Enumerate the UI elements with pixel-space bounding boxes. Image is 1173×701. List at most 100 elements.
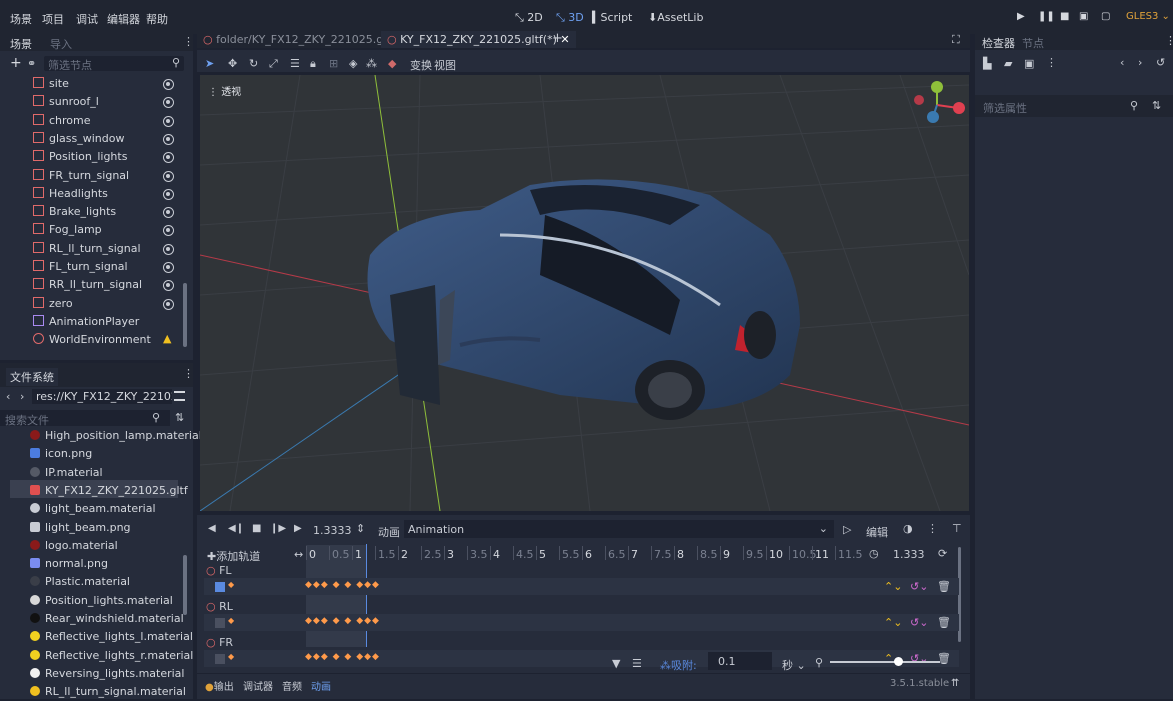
interpolation-icon[interactable]: ⌃⌄ <box>884 580 902 593</box>
link-icon[interactable]: ⚭ <box>27 57 36 70</box>
tree-node[interactable]: WorldEnvironment <box>33 331 151 349</box>
tab-animation[interactable]: 动画 <box>311 678 331 693</box>
tab-audio[interactable]: 音频 <box>282 678 302 693</box>
tree-node[interactable]: site <box>33 75 69 93</box>
local-space-icon[interactable]: ◈ <box>349 58 361 70</box>
list-icon[interactable]: ☰ <box>632 657 642 670</box>
keyframes[interactable]: ◆◆◆ ◆ ◆ ◆◆◆ <box>305 616 380 626</box>
tree-node[interactable]: Brake_lights <box>33 203 116 221</box>
mode-assetlib-button[interactable]: ⬇AssetLib <box>648 11 703 24</box>
file-item[interactable]: logo.material <box>30 537 118 555</box>
open-folder-icon[interactable]: ▰ <box>1004 57 1012 70</box>
file-item[interactable]: icon.png <box>30 445 92 463</box>
inspector-menu-icon[interactable]: ⋮ <box>1165 34 1173 47</box>
play-backwards-icon[interactable]: ◀ <box>208 523 216 534</box>
pin-icon[interactable]: ⊤ <box>952 522 962 535</box>
tab-import[interactable]: 导入 <box>50 36 72 52</box>
filesystem-scrollbar[interactable] <box>183 555 187 615</box>
snap-unit-select[interactable]: 秒 ⌄ <box>782 657 806 673</box>
filter-properties-input[interactable]: 筛选属性 ⚲ ⇅ <box>975 95 1173 117</box>
animation-menu[interactable]: 动画 <box>378 524 400 540</box>
play-icon[interactable]: ▶ <box>1017 11 1025 22</box>
file-item[interactable]: normal.png <box>30 555 108 573</box>
spin-icon[interactable]: ⇕ <box>356 522 365 535</box>
delete-track-icon[interactable]: 🗑︎ <box>937 652 951 665</box>
play-scene-icon[interactable]: ▣ <box>1079 11 1088 22</box>
dock-menu-icon[interactable]: ⋮ <box>183 35 194 48</box>
filesystem-menu-icon[interactable]: ⋮ <box>183 367 194 380</box>
tree-node[interactable]: sunroof_l <box>33 93 99 111</box>
more-icon[interactable]: ⋮ <box>1046 56 1057 69</box>
snap-icon[interactable]: ⁂ <box>366 58 378 70</box>
delete-track-icon[interactable]: 🗑︎ <box>937 616 951 629</box>
file-item[interactable]: Reflective_lights_r.material <box>30 647 193 665</box>
scene-tab-1[interactable]: ○ folder/KY_FX12_ZKY_221025.gltf(*) <box>203 33 409 46</box>
visibility-icon[interactable] <box>163 133 174 145</box>
menu-project[interactable]: 项目 <box>42 11 64 27</box>
interpolation-icon[interactable]: ⌃⌄ <box>884 616 902 629</box>
file-item[interactable]: High_position_lamp.material <box>30 427 202 445</box>
back-icon[interactable]: ‹ <box>6 390 10 403</box>
loop-mode-icon[interactable]: ↺⌄ <box>910 616 928 629</box>
tab-filesystem[interactable]: 文件系统 <box>6 368 58 386</box>
file-item[interactable]: Position_lights.material <box>30 592 173 610</box>
forward-icon[interactable]: › <box>20 390 24 403</box>
new-resource-icon[interactable]: ▙ <box>983 57 991 70</box>
filter-icon[interactable]: ▼ <box>612 657 620 670</box>
visibility-icon[interactable] <box>163 298 174 310</box>
group-icon[interactable]: ⊞ <box>329 58 341 70</box>
add-track-button[interactable]: ✚添加轨道 <box>207 548 260 564</box>
mode-script-button[interactable]: ▍Script <box>592 11 632 24</box>
search-files-input[interactable]: 搜索文件 ⚲ <box>0 410 170 427</box>
transform-menu[interactable]: 变换 <box>410 57 432 73</box>
add-scene-icon[interactable]: + <box>552 31 563 46</box>
loop-mode-icon[interactable]: ↺⌄ <box>910 652 928 665</box>
file-item[interactable]: RL_ll_turn_signal.material <box>30 683 186 701</box>
animation-time[interactable]: 1.3333 <box>313 524 352 537</box>
track-group-header[interactable]: ○ RL <box>206 600 233 613</box>
play-custom-icon[interactable]: ▢ <box>1101 11 1110 22</box>
animation-length[interactable]: 1.333 <box>893 548 925 561</box>
tab-node[interactable]: 节点 <box>1022 35 1044 51</box>
tree-node[interactable]: glass_window <box>33 130 124 148</box>
file-item[interactable]: KY_FX12_ZKY_221025.gltf <box>30 482 188 500</box>
view-menu[interactable]: 视图 <box>434 57 456 73</box>
edit-menu[interactable]: 编辑 <box>866 524 888 540</box>
move-tool-icon[interactable]: ✥ <box>228 58 240 70</box>
visibility-icon[interactable] <box>163 262 174 273</box>
visibility-icon[interactable] <box>163 170 174 182</box>
keyframes[interactable]: ◆◆◆ ◆ ◆ ◆◆◆ <box>305 652 380 662</box>
menu-help[interactable]: 帮助 <box>146 11 168 27</box>
snap-input[interactable]: 0.1 <box>708 652 772 670</box>
menu-debug[interactable]: 调试 <box>76 11 98 27</box>
file-item[interactable]: Plastic.material <box>30 573 130 591</box>
mode-3d-button[interactable]: ⤡ 3D <box>556 11 584 25</box>
distraction-free-icon[interactable]: ⛶ <box>952 33 960 47</box>
scene-scrollbar[interactable] <box>183 283 187 347</box>
autoplay-icon[interactable]: ▷ <box>843 523 851 536</box>
visibility-icon[interactable] <box>163 188 174 200</box>
tree-node[interactable]: zero <box>33 295 73 313</box>
tree-node[interactable]: chrome <box>33 112 91 130</box>
track-checkbox[interactable] <box>215 582 225 592</box>
file-item[interactable]: light_beam.png <box>30 519 131 537</box>
mode-2d-button[interactable]: ⤡ 2D <box>515 11 543 25</box>
sort-icon[interactable]: ⇅ <box>1152 99 1161 112</box>
zoom-slider-handle[interactable] <box>894 657 903 666</box>
track-checkbox[interactable] <box>215 654 225 664</box>
track-group-header[interactable]: ○ FL <box>206 564 232 577</box>
animation-more-icon[interactable]: ⋮ <box>927 522 938 535</box>
path-field[interactable]: res://KY_FX12_ZKY_221025 <box>32 389 172 404</box>
visibility-icon[interactable] <box>163 79 174 90</box>
select-tool-icon[interactable]: ➤ <box>205 58 217 70</box>
tree-node[interactable]: RR_ll_turn_signal <box>33 276 142 294</box>
pause-icon[interactable]: ❚❚ <box>1038 11 1055 22</box>
scale-tool-icon[interactable]: ⤢ <box>269 58 281 70</box>
add-node-icon[interactable]: + <box>10 55 22 71</box>
save-icon[interactable]: ▣ <box>1024 57 1034 70</box>
track-checkbox[interactable] <box>215 618 225 628</box>
split-mode-icon[interactable] <box>174 391 185 401</box>
tree-node[interactable]: Position_lights <box>33 148 127 166</box>
history-back-icon[interactable]: ‹ <box>1120 56 1124 69</box>
history-forward-icon[interactable]: › <box>1138 56 1142 69</box>
